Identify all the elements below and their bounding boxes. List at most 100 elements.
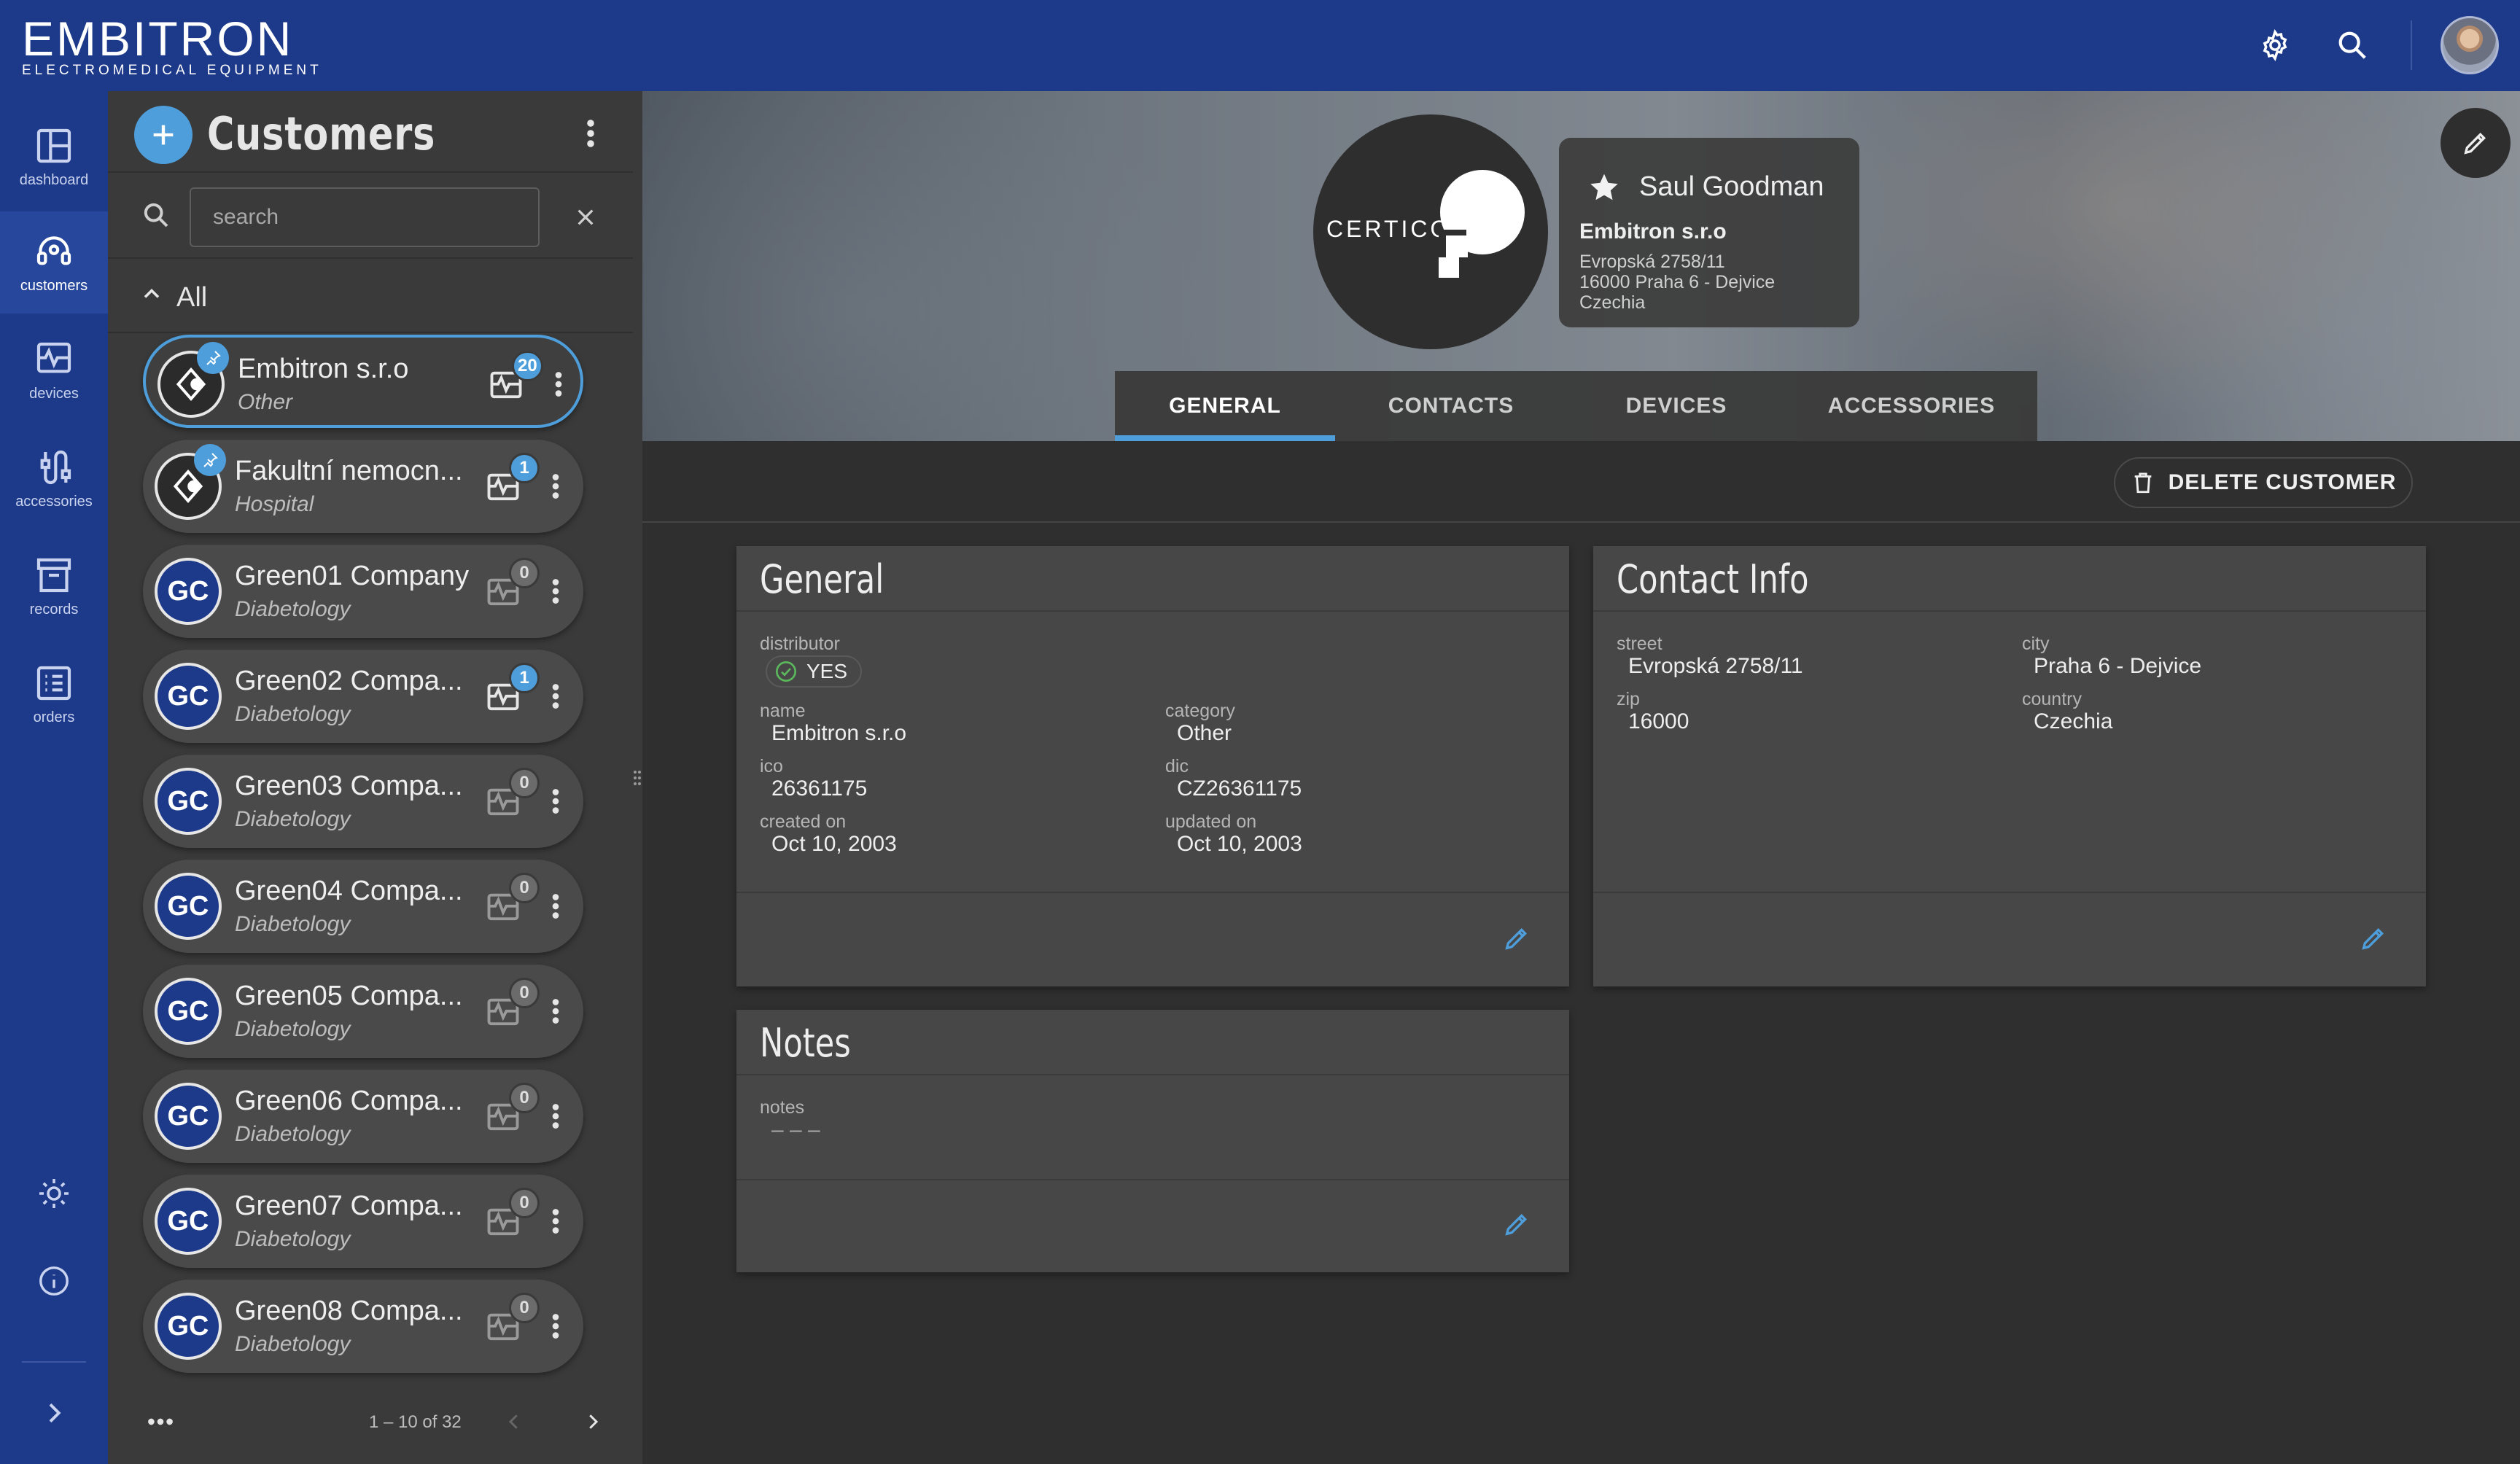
settings-button[interactable] (2253, 23, 2297, 67)
delete-customer-button[interactable]: DELETE CUSTOMER (2114, 457, 2413, 508)
check-circle-icon (776, 661, 796, 682)
expand-rail-button[interactable] (0, 1380, 108, 1446)
tab-devices[interactable]: DEVICES (1567, 371, 1786, 441)
nav-rail: dashboard customers devices accessories … (0, 91, 108, 1464)
device-count-badge: 1 (509, 663, 540, 693)
customer-list-item[interactable]: GC Green06 Compa... Diabetology 0 (143, 1070, 583, 1163)
distributor-value: YES (806, 660, 848, 682)
more-options-button[interactable] (139, 1403, 182, 1440)
search-button[interactable] (2330, 23, 2374, 67)
search-input[interactable] (190, 187, 540, 247)
customer-menu-button[interactable] (541, 1199, 570, 1243)
rail-divider (22, 1361, 86, 1363)
edit-notes-button[interactable] (1496, 1204, 1537, 1245)
dic-label: dic (1165, 756, 1189, 776)
customer-name: Green08 Compa... (235, 1296, 463, 1326)
gear-icon (2263, 28, 2287, 62)
customer-menu-button[interactable] (541, 1304, 570, 1348)
rail-item-customers[interactable]: customers (0, 211, 108, 314)
list-header: Customers (108, 91, 642, 171)
customer-menu-button[interactable] (541, 464, 570, 508)
customer-list-item[interactable]: Embitron s.r.o Other 20 (143, 335, 583, 428)
tab-general[interactable]: GENERAL (1115, 371, 1335, 441)
customer-name: Embitron s.r.o (238, 354, 409, 384)
rail-label-customers: customers (20, 277, 88, 294)
account-owner: Saul Goodman (1639, 171, 1824, 202)
list-title: Customers (207, 107, 436, 160)
rail-item-devices[interactable]: devices (0, 319, 108, 421)
customer-list-item[interactable]: GC Green03 Compa... Diabetology 0 (143, 755, 583, 848)
trash-icon (2134, 472, 2151, 494)
device-count-badge: 0 (509, 978, 540, 1008)
customer-list-item[interactable]: Fakultní nemocn... Hospital 1 (143, 440, 583, 533)
user-avatar[interactable] (2441, 16, 2499, 74)
tab-accessories[interactable]: ACCESSORIES (1786, 371, 2037, 441)
name-value: Embitron s.r.o (771, 721, 907, 745)
category-filter-toggle[interactable]: All (108, 260, 633, 333)
customer-avatar: GC (155, 663, 222, 730)
customer-list-item[interactable]: GC Green05 Compa... Diabetology 0 (143, 965, 583, 1058)
customer-menu-button[interactable] (541, 779, 570, 823)
pin-icon[interactable] (197, 342, 229, 374)
customer-menu-button[interactable] (541, 674, 570, 718)
device-count-badge: 0 (509, 1083, 540, 1113)
distributor-chip: YES (766, 655, 863, 688)
customer-name: Fakultní nemocn... (235, 456, 463, 486)
rail-label-accessories: accessories (15, 493, 93, 510)
tab-contacts[interactable]: CONTACTS (1335, 371, 1567, 441)
customer-category: Diabetology (235, 597, 351, 621)
city-value: Praha 6 - Dejvice (2034, 654, 2202, 678)
star-icon (1590, 174, 1618, 200)
updated-label: updated on (1165, 811, 1257, 832)
customer-list-item[interactable]: GC Green08 Compa... Diabetology 0 (143, 1280, 583, 1373)
customer-list-item[interactable]: GC Green02 Compa... Diabetology 1 (143, 650, 583, 743)
contact-info-card: Contact Info street Evropská 2758/11 cit… (1593, 546, 2426, 986)
card-divider (736, 892, 1569, 893)
clear-search-button[interactable] (567, 199, 604, 235)
add-customer-button[interactable] (134, 106, 192, 164)
list-icon (36, 666, 71, 700)
list-menu-button[interactable] (569, 112, 612, 155)
rail-item-records[interactable]: records (0, 535, 108, 637)
device-count-badge: 1 (509, 453, 540, 483)
customer-menu-button[interactable] (541, 884, 570, 928)
hero-address-country: Czechia (1579, 292, 1646, 313)
category-value: Other (1177, 721, 1232, 745)
rail-item-orders[interactable]: orders (0, 643, 108, 745)
logo-title: EMBITRON (22, 12, 294, 66)
customer-list: Embitron s.r.o Other 20 Fakultní nemocn... H… (108, 335, 633, 1382)
customer-menu-button[interactable] (541, 989, 570, 1033)
pin-icon[interactable] (194, 444, 226, 476)
notes-title: Notes (760, 1020, 851, 1066)
more-vert-icon (587, 120, 594, 147)
rail-item-dashboard[interactable]: dashboard (0, 106, 108, 208)
customer-name: Green06 Compa... (235, 1086, 463, 1116)
customer-name: Green01 Company (235, 561, 470, 591)
hero-address-city: 16000 Praha 6 - Dejvice (1579, 272, 1776, 292)
device-count-badge: 20 (512, 351, 543, 381)
country-label: country (2022, 689, 2082, 709)
customer-list-panel: Customers All Embitron s.r.o Other 20 Fakul… (108, 91, 642, 1464)
customer-name: Green04 Compa... (235, 876, 463, 906)
customer-list-item[interactable]: GC Green04 Compa... Diabetology 0 (143, 860, 583, 953)
rail-item-accessories[interactable]: accessories (0, 427, 108, 529)
edit-general-button[interactable] (1496, 918, 1537, 959)
prev-page-button[interactable] (496, 1403, 532, 1440)
archive-icon (36, 558, 71, 592)
info-button[interactable] (0, 1248, 108, 1314)
rail-label-dashboard: dashboard (19, 171, 89, 188)
edit-contact-button[interactable] (2353, 918, 2394, 959)
customer-menu-button[interactable] (541, 569, 570, 613)
theme-toggle-button[interactable] (0, 1161, 108, 1226)
brand-logo[interactable]: EMBITRON ELECTROMEDICAL EQUIPMENT (22, 12, 322, 79)
customer-menu-button[interactable] (541, 1094, 570, 1138)
customer-menu-button[interactable] (544, 362, 573, 406)
customer-list-item[interactable]: GC Green01 Company Diabetology 0 (143, 545, 583, 638)
city-label: city (2022, 634, 2050, 654)
customer-list-item[interactable]: GC Green07 Compa... Diabetology 0 (143, 1175, 583, 1268)
next-page-button[interactable] (575, 1403, 611, 1440)
search-icon (141, 200, 171, 233)
panel-resize-handle[interactable] (631, 767, 643, 789)
top-bar: EMBITRON ELECTROMEDICAL EQUIPMENT (0, 0, 2520, 91)
edit-banner-button[interactable] (2441, 108, 2511, 178)
